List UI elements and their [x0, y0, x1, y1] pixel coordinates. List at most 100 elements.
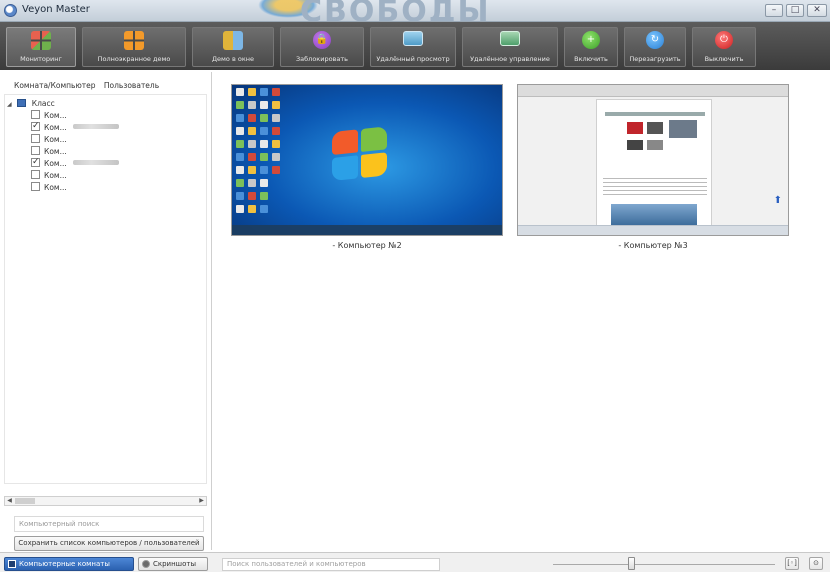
desktop-shortcut-icon	[272, 153, 280, 161]
desktop-shortcut-icon	[260, 166, 268, 174]
computer-row[interactable]: Ком...	[31, 170, 67, 182]
redacted-user-name	[72, 124, 119, 129]
monitoring-label: Мониторинг	[20, 55, 62, 63]
reboot-label: Перезагрузить	[629, 55, 681, 63]
desktop-shortcut-icon	[272, 101, 280, 109]
arrow-up-icon: ⬆	[773, 195, 782, 206]
desktop-shortcut-icon	[236, 205, 244, 213]
browser-window-preview[interactable]: ⬆	[517, 84, 789, 236]
reboot-button[interactable]: ↻ Перезагрузить	[624, 27, 686, 67]
desktop-shortcut-icon	[260, 205, 268, 213]
remote-browser-bar	[518, 85, 788, 97]
remote-control-button[interactable]: Удалённое управление	[462, 27, 558, 67]
power-on-button[interactable]: + Включить	[564, 27, 618, 67]
computer-checkbox[interactable]	[31, 170, 40, 179]
minimize-button[interactable]: –	[765, 4, 783, 17]
column-user[interactable]: Пользователь	[104, 81, 159, 90]
computer-row[interactable]: Ком...	[31, 156, 119, 170]
screens-area: - Компьютер №2 ⬆ - Компьютер №3	[213, 72, 830, 550]
desktop-shortcut-icon	[248, 153, 256, 161]
computer-checkbox[interactable]	[31, 146, 40, 155]
title-bar: Veyon Master СВОБОДЫ – □ ✕	[0, 0, 830, 22]
column-computer[interactable]: Комната/Компьютер	[14, 81, 96, 90]
desktop-shortcut-icon	[248, 88, 256, 96]
computer-label: Ком...	[44, 111, 67, 120]
desktop-shortcut-icon	[236, 127, 244, 135]
power-off-icon: ⏻	[715, 31, 733, 49]
main-toolbar: Мониторинг Полноэкранное демо Демо в окн…	[0, 22, 830, 70]
computer-row[interactable]: Ком...	[31, 182, 67, 194]
desktop-shortcut-icon	[260, 153, 268, 161]
desktop-shortcut-icon	[248, 127, 256, 135]
computer-checkbox[interactable]	[31, 110, 40, 119]
computer-label: Ком...	[44, 183, 67, 192]
lock-button[interactable]: 🔒 Заблокировать	[280, 27, 364, 67]
remote-view-button[interactable]: Удалённый просмотр	[370, 27, 456, 67]
computer-search-input[interactable]: Компьютерный поиск	[14, 516, 204, 532]
desktop-shortcut-icon	[260, 140, 268, 148]
zoom-slider-track[interactable]	[553, 564, 775, 565]
windows7-desktop-preview[interactable]	[231, 84, 503, 236]
power-on-icon: +	[582, 31, 600, 49]
fullscreen-demo-button[interactable]: Полноэкранное демо	[82, 27, 186, 67]
scroll-right-icon[interactable]: ▶	[197, 497, 206, 505]
status-bar: Компьютерные комнаты Скриншоты Поиск пол…	[0, 552, 830, 572]
desktop-shortcut-icon	[260, 101, 268, 109]
fullscreen-demo-label: Полноэкранное демо	[97, 55, 171, 63]
computer-checkbox[interactable]	[31, 134, 40, 143]
screen-caption: - Компьютер №3	[618, 241, 688, 250]
save-computer-list-button[interactable]: Сохранить список компьютеров / пользоват…	[14, 536, 204, 551]
computer-tree-panel: Комната/Компьютер Пользователь ◢ Класс К…	[0, 72, 212, 551]
desktop-shortcut-icon	[260, 88, 268, 96]
tab-screenshots-label: Скриншоты	[153, 560, 196, 568]
auto-arrange-button[interactable]: ⊙	[809, 557, 823, 570]
computer-label: Ком...	[44, 147, 67, 156]
maximize-button[interactable]: □	[786, 4, 804, 17]
computer-checkbox[interactable]	[31, 156, 40, 168]
computer-label: Ком...	[44, 123, 67, 132]
remote-view-icon	[403, 31, 423, 46]
computer-label: Ком...	[44, 159, 67, 168]
lock-label: Заблокировать	[296, 55, 348, 63]
zoom-slider-knob[interactable]	[627, 557, 635, 570]
desktop-shortcut-icon	[272, 166, 280, 174]
expand-arrow-icon[interactable]: ◢	[7, 99, 15, 111]
desktop-shortcut-icon	[236, 101, 244, 109]
fullscreen-demo-icon	[124, 31, 144, 50]
remote-taskbar	[232, 225, 502, 235]
desktop-shortcut-icon	[272, 88, 280, 96]
tab-computer-rooms[interactable]: Компьютерные комнаты	[4, 557, 134, 571]
computer-checkbox[interactable]	[31, 182, 40, 191]
room-icon	[17, 99, 27, 107]
power-off-label: Выключить	[704, 55, 744, 63]
monitoring-icon	[31, 31, 51, 50]
banner-text: СВОБОДЫ	[300, 0, 491, 22]
window-demo-button[interactable]: Демо в окне	[192, 27, 274, 67]
user-computer-search-input[interactable]: Поиск пользователей и компьютеров	[222, 558, 440, 571]
tab-computer-rooms-label: Компьютерные комнаты	[19, 560, 110, 568]
window-title: Veyon Master	[22, 4, 90, 15]
computer-checkbox[interactable]	[31, 120, 40, 132]
screen-caption: - Компьютер №2	[332, 241, 402, 250]
computer-row[interactable]: Ком...	[31, 134, 67, 146]
desktop-shortcut-icon	[236, 179, 244, 187]
tab-screenshots[interactable]: Скриншоты	[138, 557, 208, 571]
desktop-shortcut-icon	[248, 114, 256, 122]
tree-group-row[interactable]: ◢ Класс	[7, 98, 55, 110]
power-off-button[interactable]: ⏻ Выключить	[692, 27, 756, 67]
desktop-shortcut-icon	[248, 179, 256, 187]
monitoring-button[interactable]: Мониторинг	[6, 27, 76, 67]
computer-tree: ◢ Класс Ком... Ком... Ком... Ком... Ком... Ко…	[4, 94, 207, 484]
reboot-icon: ↻	[646, 31, 664, 49]
close-button[interactable]: ✕	[807, 4, 827, 17]
desktop-shortcut-icon	[236, 192, 244, 200]
computer-row[interactable]: Ком...	[31, 120, 119, 134]
horizontal-scrollbar[interactable]: ◀ ▶	[4, 496, 207, 506]
computer-label: Ком...	[44, 135, 67, 144]
scroll-left-icon[interactable]: ◀	[5, 497, 14, 505]
scrollbar-thumb[interactable]	[15, 498, 35, 504]
fit-screens-button[interactable]: [◦]	[785, 557, 799, 570]
remote-view-label: Удалённый просмотр	[376, 55, 450, 63]
desktop-shortcut-icon	[248, 101, 256, 109]
desktop-shortcut-icon	[272, 127, 280, 135]
